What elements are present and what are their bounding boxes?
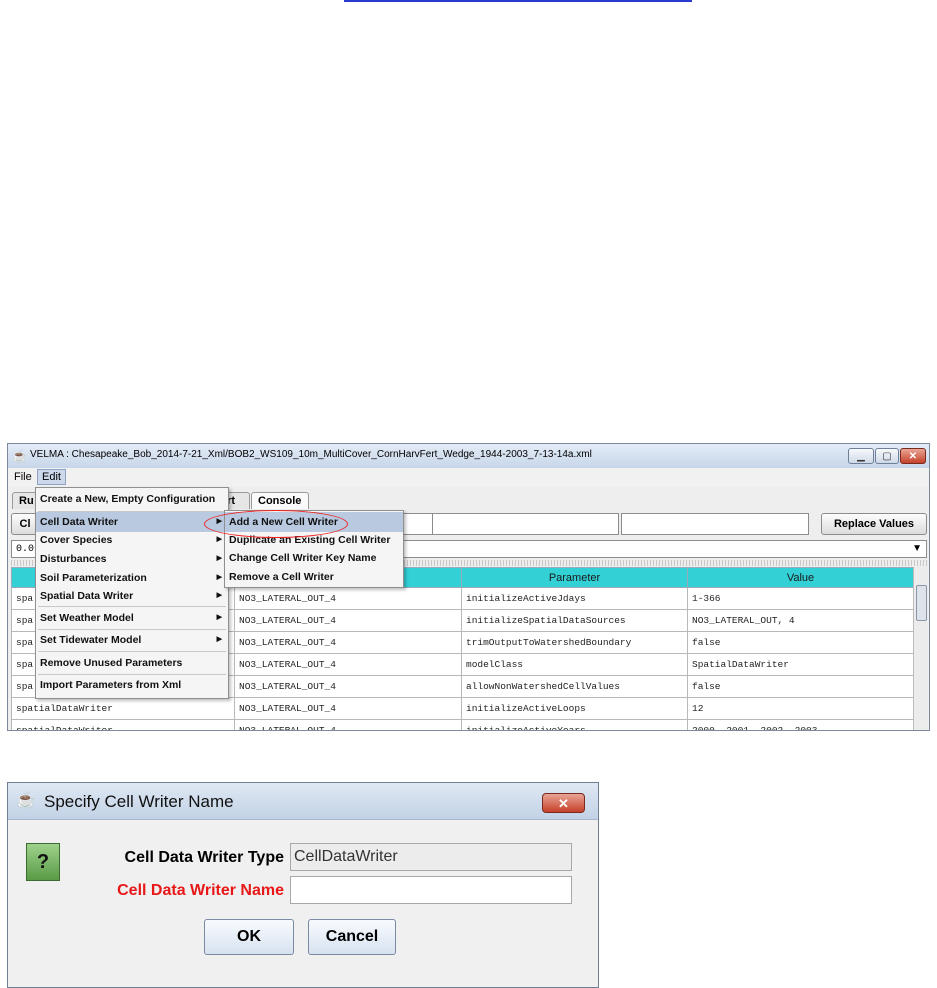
menu-item-label: Spatial Data Writer bbox=[40, 590, 134, 602]
table-cell[interactable]: false bbox=[687, 631, 913, 654]
menu-item-set-weather-model[interactable]: Set Weather Model ▶ bbox=[36, 608, 228, 628]
scrollbar-thumb[interactable] bbox=[916, 585, 927, 621]
menu-item-import-xml[interactable]: Import Parameters from Xml bbox=[36, 675, 228, 695]
table-cell[interactable]: NO3_LATERAL_OUT_4 bbox=[234, 675, 462, 698]
table-cell[interactable]: initializeActiveYears bbox=[461, 719, 688, 730]
column-header-parameter[interactable]: Parameter bbox=[461, 567, 688, 588]
menu-item-label: Set Weather Model bbox=[40, 612, 134, 624]
table-cell[interactable]: spatialDataWriter bbox=[11, 697, 235, 720]
table-cell[interactable]: NO3_LATERAL_OUT_4 bbox=[234, 609, 462, 632]
menu-separator bbox=[38, 606, 226, 607]
menu-bar: File Edit bbox=[8, 468, 929, 487]
cell-data-writer-name-input[interactable] bbox=[290, 876, 572, 904]
menu-item-remove-cell-writer[interactable]: Remove a Cell Writer bbox=[225, 567, 403, 587]
minimize-button[interactable]: ▁ bbox=[848, 448, 874, 464]
table-cell[interactable]: spatialDataWriter bbox=[11, 719, 235, 730]
submenu-arrow-icon: ▶ bbox=[216, 555, 222, 562]
table-cell[interactable]: NO3_LATERAL_OUT_4 bbox=[234, 653, 462, 676]
table-cell[interactable]: initializeActiveJdays bbox=[461, 587, 688, 610]
menu-item-label: Disturbances bbox=[40, 553, 107, 565]
menu-file[interactable]: File bbox=[10, 470, 36, 484]
menu-item-spatial-data-writer[interactable]: Spatial Data Writer ▶ bbox=[36, 586, 228, 606]
submenu-arrow-icon: ▶ bbox=[216, 592, 222, 599]
menu-item-remove-unused[interactable]: Remove Unused Parameters bbox=[36, 653, 228, 673]
filter-field-2[interactable] bbox=[432, 513, 619, 535]
cell-data-writer-name-label: Cell Data Writer Name bbox=[117, 882, 284, 899]
table-cell[interactable]: initializeActiveLoops bbox=[461, 697, 688, 720]
tab-console[interactable]: Console bbox=[251, 492, 309, 509]
menu-item-label: Set Tidewater Model bbox=[40, 634, 142, 646]
table-cell[interactable]: NO3_LATERAL_OUT_4 bbox=[234, 719, 462, 730]
dialog-close-button[interactable]: ✕ bbox=[542, 793, 585, 813]
top-link-underline bbox=[344, 0, 692, 2]
dialog-title: Specify Cell Writer Name bbox=[44, 792, 234, 811]
submenu-arrow-icon: ▶ bbox=[216, 636, 222, 643]
column-header-value[interactable]: Value bbox=[687, 567, 913, 588]
dropdown-arrow-icon[interactable]: ▼ bbox=[912, 543, 922, 554]
menu-item-disturbances[interactable]: Disturbances ▶ bbox=[36, 549, 228, 569]
maximize-button[interactable]: ▢ bbox=[875, 448, 899, 464]
menu-edit[interactable]: Edit bbox=[37, 469, 66, 485]
table-cell[interactable]: NO3_LATERAL_OUT_4 bbox=[234, 631, 462, 654]
table-cell[interactable]: NO3_LATERAL_OUT, 4 bbox=[687, 609, 913, 632]
table-cell[interactable]: 12 bbox=[687, 697, 913, 720]
filter-field-3[interactable] bbox=[621, 513, 809, 535]
window-title: VELMA : Chesapeake_Bob_2014-7-21_Xml/BOB… bbox=[30, 449, 592, 460]
menu-item-change-key-name[interactable]: Change Cell Writer Key Name bbox=[225, 548, 403, 568]
table-cell[interactable]: allowNonWatershedCellValues bbox=[461, 675, 688, 698]
menu-separator bbox=[38, 651, 226, 652]
table-cell[interactable]: NO3_LATERAL_OUT_4 bbox=[234, 587, 462, 610]
table-cell[interactable]: 1-366 bbox=[687, 587, 913, 610]
close-button[interactable]: ✕ bbox=[900, 448, 926, 464]
menu-item-cover-species[interactable]: Cover Species ▶ bbox=[36, 530, 228, 550]
cell-data-writer-type-label: Cell Data Writer Type bbox=[124, 849, 284, 866]
menu-item-soil-parameterization[interactable]: Soil Parameterization ▶ bbox=[36, 568, 228, 588]
combo-value: 0.0 bbox=[16, 544, 35, 555]
java-app-icon: ☕ bbox=[16, 792, 36, 809]
edit-menu: Create a New, Empty Configuration Cell D… bbox=[35, 487, 229, 699]
table-cell[interactable]: SpatialDataWriter bbox=[687, 653, 913, 676]
menu-item-create-config[interactable]: Create a New, Empty Configuration bbox=[36, 489, 228, 509]
cancel-button[interactable]: Cancel bbox=[308, 919, 396, 955]
highlight-circle-annotation bbox=[204, 510, 348, 538]
menu-item-set-tidewater-model[interactable]: Set Tidewater Model ▶ bbox=[36, 630, 228, 650]
title-bar: ☕ VELMA : Chesapeake_Bob_2014-7-21_Xml/B… bbox=[8, 444, 929, 469]
menu-item-label: Cover Species bbox=[40, 534, 113, 546]
dialog-title-bar: ☕ Specify Cell Writer Name ✕ bbox=[8, 783, 598, 820]
ok-button[interactable]: OK bbox=[204, 919, 294, 955]
submenu-arrow-icon: ▶ bbox=[216, 614, 222, 621]
specify-cell-writer-dialog: ☕ Specify Cell Writer Name ✕ ? Cell Data… bbox=[7, 782, 599, 988]
table-cell[interactable]: initializeSpatialDataSources bbox=[461, 609, 688, 632]
menu-item-label: Soil Parameterization bbox=[40, 572, 147, 584]
java-app-icon: ☕ bbox=[12, 449, 27, 463]
table-cell[interactable]: false bbox=[687, 675, 913, 698]
table-scrollbar[interactable] bbox=[913, 567, 928, 730]
question-icon: ? bbox=[26, 843, 60, 881]
menu-item-label: Cell Data Writer bbox=[40, 516, 118, 528]
menu-item-cell-data-writer[interactable]: Cell Data Writer ▶ bbox=[36, 512, 228, 532]
submenu-arrow-icon: ▶ bbox=[216, 574, 222, 581]
table-row[interactable]: spatialDataWriter NO3_LATERAL_OUT_4 init… bbox=[11, 697, 913, 720]
table-cell[interactable]: trimOutputToWatershedBoundary bbox=[461, 631, 688, 654]
cell-data-writer-type-field: CellDataWriter bbox=[290, 843, 572, 871]
table-cell[interactable]: NO3_LATERAL_OUT_4 bbox=[234, 697, 462, 720]
table-cell[interactable]: modelClass bbox=[461, 653, 688, 676]
replace-values-button[interactable]: Replace Values bbox=[821, 513, 927, 535]
table-cell[interactable]: 2000, 2001, 2002, 2003 bbox=[687, 719, 913, 730]
table-row[interactable]: spatialDataWriter NO3_LATERAL_OUT_4 init… bbox=[11, 719, 913, 730]
